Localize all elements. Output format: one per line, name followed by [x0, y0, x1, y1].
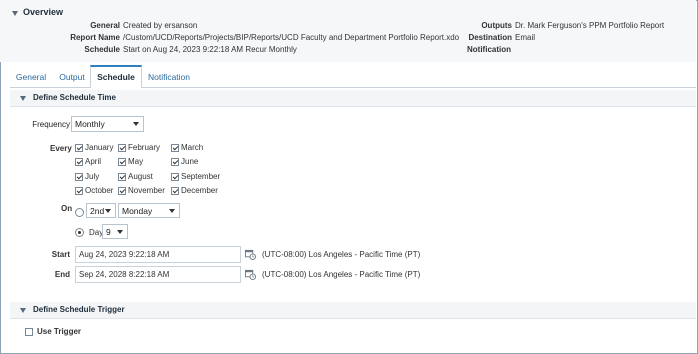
tab-general[interactable]: General [10, 66, 52, 88]
tab-schedule[interactable]: Schedule [90, 65, 142, 88]
start-datetime-value: Aug 24, 2023 9:22:18 AM [79, 250, 170, 259]
use-trigger-checkbox[interactable] [25, 328, 33, 336]
checkbox-september[interactable] [171, 173, 179, 181]
frequency-label: Frequency [32, 120, 70, 129]
chevron-down-icon [105, 209, 111, 213]
chevron-down-icon [169, 209, 175, 213]
tab-notification[interactable]: Notification [141, 66, 197, 88]
calendar-clock-icon[interactable] [245, 249, 256, 260]
destination-label: Destination [468, 33, 512, 42]
month-label-december: December [181, 186, 218, 195]
month-label-october: October [85, 186, 114, 195]
collapse-schedule-trigger-icon[interactable] [20, 308, 26, 313]
radio-on-weekday[interactable] [75, 208, 84, 217]
schedule-trigger-title: Define Schedule Trigger [33, 305, 125, 314]
day-select[interactable]: 9 [102, 224, 128, 239]
every-label: Every [50, 144, 72, 153]
frequency-value: Monthly [75, 119, 105, 129]
weekday-value: Monday [122, 206, 153, 216]
end-datetime-input[interactable]: Sep 24, 2028 8:22:18 AM [75, 266, 241, 283]
weekday-select[interactable]: Monday [118, 203, 180, 218]
month-label-february: February [128, 143, 161, 152]
checkbox-april[interactable] [75, 158, 83, 166]
general-label: General [90, 21, 120, 30]
end-timezone: (UTC-08:00) Los Angeles - Pacific Time (… [262, 270, 421, 279]
week-ordinal-value: 2nd [90, 206, 105, 216]
month-label-march: March [181, 143, 204, 152]
radio-on-day[interactable] [75, 228, 84, 237]
chevron-down-icon [133, 122, 139, 126]
calendar-clock-icon[interactable] [245, 269, 256, 280]
checkbox-august[interactable] [118, 173, 126, 181]
checkbox-february[interactable] [118, 144, 126, 152]
month-label-january: January [85, 143, 114, 152]
start-datetime-input[interactable]: Aug 24, 2023 9:22:18 AM [75, 246, 241, 263]
schedule-time-title: Define Schedule Time [33, 93, 116, 102]
checkbox-march[interactable] [171, 144, 179, 152]
schedule-value: Start on Aug 24, 2023 9:22:18 AM Recur M… [123, 45, 297, 54]
checkbox-may[interactable] [118, 158, 126, 166]
report-name-label: Report Name [70, 33, 120, 42]
start-timezone: (UTC-08:00) Los Angeles - Pacific Time (… [262, 250, 421, 259]
report-name-value: /Custom/UCD/Reports/Projects/BIP/Reports… [123, 33, 460, 42]
collapse-overview-icon[interactable] [12, 11, 18, 16]
outputs-label: Outputs [481, 21, 512, 30]
use-trigger-label: Use Trigger [37, 327, 82, 336]
month-label-november: November [128, 186, 165, 195]
destination-value: Email [515, 33, 536, 42]
checkbox-july[interactable] [75, 173, 83, 181]
schedule-label: Schedule [84, 45, 120, 54]
checkbox-december[interactable] [171, 187, 179, 195]
checkbox-january[interactable] [75, 144, 83, 152]
checkbox-november[interactable] [118, 187, 126, 195]
week-ordinal-select[interactable]: 2nd [86, 203, 116, 218]
start-label: Start [51, 250, 70, 259]
month-label-may: May [128, 157, 144, 166]
outputs-value: Dr. Mark Ferguson's PPM Portfolio Report [515, 21, 665, 30]
checkbox-october[interactable] [75, 187, 83, 195]
month-label-september: September [181, 172, 221, 181]
end-datetime-value: Sep 24, 2028 8:22:18 AM [79, 270, 170, 279]
month-label-july: July [85, 172, 100, 181]
month-label-june: June [181, 157, 199, 166]
frequency-select[interactable]: Monthly [71, 116, 144, 132]
chevron-down-icon [117, 230, 123, 234]
general-value: Created by ersanson [123, 21, 198, 30]
month-label-april: April [85, 157, 102, 166]
day-value: 9 [106, 227, 111, 237]
month-label-august: August [128, 172, 153, 181]
end-label: End [54, 270, 70, 279]
overview-title: Overview [23, 7, 64, 17]
on-label: On [61, 204, 73, 213]
collapse-schedule-time-icon[interactable] [20, 96, 26, 101]
checkbox-june[interactable] [171, 158, 179, 166]
notification-label: Notification [467, 45, 511, 54]
tab-output[interactable]: Output [52, 66, 92, 88]
